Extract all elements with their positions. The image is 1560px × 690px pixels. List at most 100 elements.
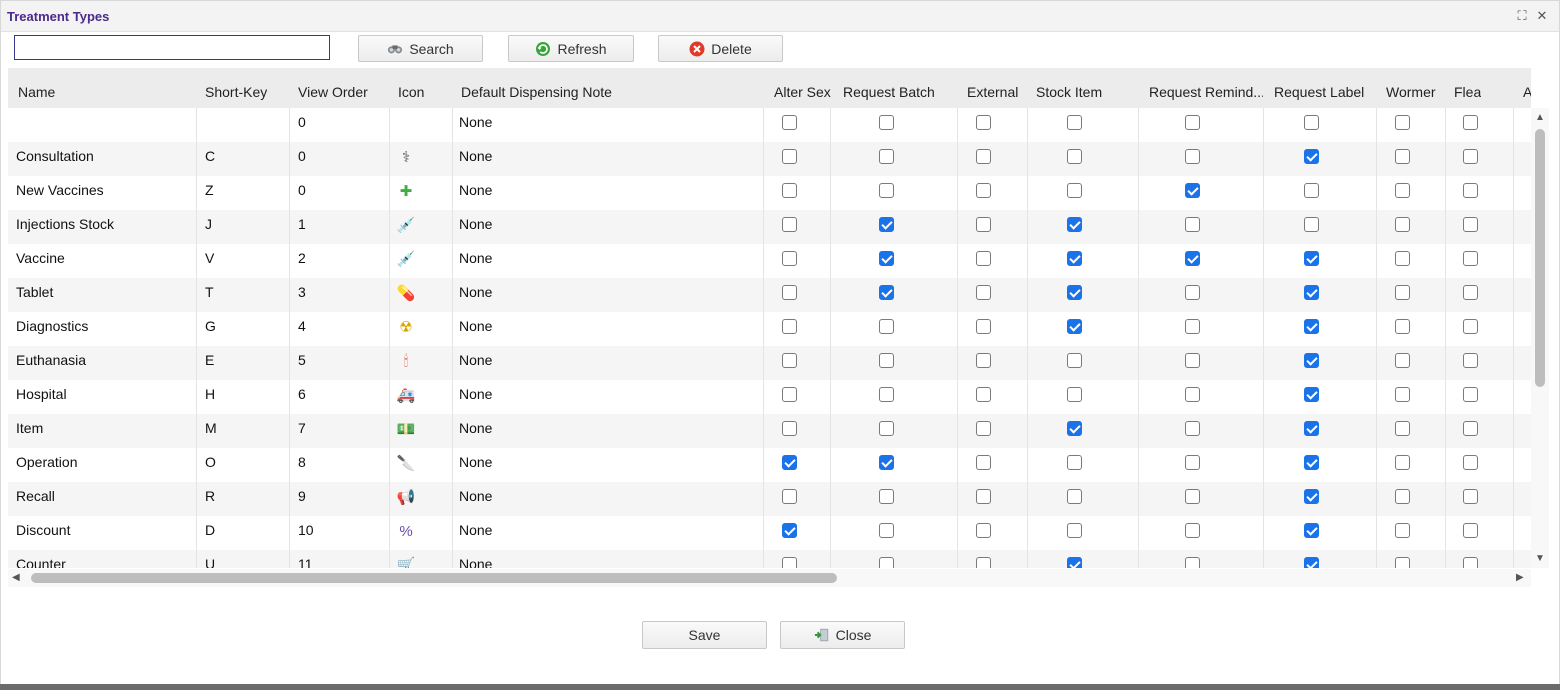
checkbox-flea[interactable] (1463, 489, 1478, 504)
checkbox-stock-item[interactable] (1067, 557, 1082, 568)
maximize-icon[interactable]: ⛶ (1515, 9, 1529, 23)
checkbox-request-reminder[interactable] (1185, 387, 1200, 402)
checkbox-request-batch[interactable] (879, 455, 894, 470)
checkbox-wormer[interactable] (1395, 149, 1410, 164)
column-header-name[interactable]: Name (18, 68, 55, 108)
checkbox-stock-item[interactable] (1067, 319, 1082, 334)
checkbox-flea[interactable] (1463, 251, 1478, 266)
table-row[interactable]: 0 None (8, 108, 1531, 142)
table-row[interactable]: Hospital H 6 🚑 None (8, 380, 1531, 414)
checkbox-wormer[interactable] (1395, 319, 1410, 334)
checkbox-wormer[interactable] (1395, 285, 1410, 300)
checkbox-flea[interactable] (1463, 387, 1478, 402)
checkbox-alter-sex[interactable] (782, 489, 797, 504)
table-row[interactable]: Vaccine V 2 💉 None (8, 244, 1531, 278)
checkbox-request-label[interactable] (1304, 557, 1319, 568)
checkbox-request-batch[interactable] (879, 149, 894, 164)
table-row[interactable]: Tablet T 3 💊 None (8, 278, 1531, 312)
checkbox-flea[interactable] (1463, 421, 1478, 436)
checkbox-wormer[interactable] (1395, 183, 1410, 198)
checkbox-request-reminder[interactable] (1185, 149, 1200, 164)
checkbox-request-batch[interactable] (879, 319, 894, 334)
checkbox-alter-sex[interactable] (782, 557, 797, 568)
checkbox-wormer[interactable] (1395, 251, 1410, 266)
column-header-request-batch[interactable]: Request Batch (843, 68, 935, 108)
checkbox-wormer[interactable] (1395, 523, 1410, 538)
checkbox-request-reminder[interactable] (1185, 217, 1200, 232)
table-row[interactable]: Diagnostics G 4 ☢ None (8, 312, 1531, 346)
close-button[interactable]: Close (780, 621, 905, 649)
checkbox-request-reminder[interactable] (1185, 251, 1200, 266)
checkbox-request-batch[interactable] (879, 421, 894, 436)
scroll-right-arrow-icon[interactable]: ▶ (1516, 572, 1524, 583)
checkbox-request-reminder[interactable] (1185, 353, 1200, 368)
checkbox-request-label[interactable] (1304, 217, 1319, 232)
checkbox-wormer[interactable] (1395, 455, 1410, 470)
checkbox-alter-sex[interactable] (782, 353, 797, 368)
checkbox-alter-sex[interactable] (782, 183, 797, 198)
column-header-short-key[interactable]: Short-Key (205, 68, 267, 108)
checkbox-alter-sex[interactable] (782, 523, 797, 538)
checkbox-request-reminder[interactable] (1185, 183, 1200, 198)
checkbox-stock-item[interactable] (1067, 183, 1082, 198)
checkbox-wormer[interactable] (1395, 217, 1410, 232)
table-row[interactable]: Recall R 9 📢 None (8, 482, 1531, 516)
checkbox-stock-item[interactable] (1067, 523, 1082, 538)
checkbox-request-label[interactable] (1304, 115, 1319, 130)
checkbox-request-batch[interactable] (879, 115, 894, 130)
checkbox-stock-item[interactable] (1067, 489, 1082, 504)
search-input[interactable] (14, 35, 330, 60)
checkbox-request-label[interactable] (1304, 285, 1319, 300)
checkbox-alter-sex[interactable] (782, 421, 797, 436)
checkbox-request-label[interactable] (1304, 149, 1319, 164)
checkbox-request-reminder[interactable] (1185, 319, 1200, 334)
checkbox-flea[interactable] (1463, 455, 1478, 470)
checkbox-request-label[interactable] (1304, 319, 1319, 334)
checkbox-stock-item[interactable] (1067, 421, 1082, 436)
horizontal-scroll-thumb[interactable] (31, 573, 837, 583)
checkbox-wormer[interactable] (1395, 557, 1410, 568)
checkbox-flea[interactable] (1463, 285, 1478, 300)
save-button[interactable]: Save (642, 621, 767, 649)
column-header-stock-item[interactable]: Stock Item (1036, 68, 1102, 108)
checkbox-request-label[interactable] (1304, 523, 1319, 538)
table-row[interactable]: Operation O 8 🔪 None (8, 448, 1531, 482)
checkbox-external[interactable] (976, 387, 991, 402)
checkbox-request-label[interactable] (1304, 489, 1319, 504)
delete-button[interactable]: Delete (658, 35, 783, 62)
checkbox-external[interactable] (976, 217, 991, 232)
checkbox-alter-sex[interactable] (782, 115, 797, 130)
checkbox-external[interactable] (976, 489, 991, 504)
checkbox-stock-item[interactable] (1067, 387, 1082, 402)
checkbox-wormer[interactable] (1395, 353, 1410, 368)
checkbox-alter-sex[interactable] (782, 319, 797, 334)
column-header-wormer[interactable]: Wormer (1386, 68, 1436, 108)
refresh-button[interactable]: Refresh (508, 35, 634, 62)
checkbox-request-batch[interactable] (879, 523, 894, 538)
checkbox-alter-sex[interactable] (782, 149, 797, 164)
column-header-default-dispensing-note[interactable]: Default Dispensing Note (461, 68, 612, 108)
table-row[interactable]: Item M 7 💵 None (8, 414, 1531, 448)
checkbox-flea[interactable] (1463, 217, 1478, 232)
checkbox-request-reminder[interactable] (1185, 421, 1200, 436)
checkbox-flea[interactable] (1463, 523, 1478, 538)
checkbox-flea[interactable] (1463, 353, 1478, 368)
column-header-flea[interactable]: Flea (1454, 68, 1481, 108)
checkbox-request-reminder[interactable] (1185, 557, 1200, 568)
checkbox-wormer[interactable] (1395, 115, 1410, 130)
checkbox-request-label[interactable] (1304, 387, 1319, 402)
checkbox-alter-sex[interactable] (782, 285, 797, 300)
column-header-request-reminder[interactable]: Request Remind... (1149, 68, 1263, 108)
table-row[interactable]: Counter U 11 🛒 None (8, 550, 1531, 568)
checkbox-request-batch[interactable] (879, 183, 894, 198)
checkbox-request-batch[interactable] (879, 387, 894, 402)
checkbox-alter-sex[interactable] (782, 387, 797, 402)
close-icon[interactable]: ✕ (1535, 9, 1549, 23)
vertical-scroll-thumb[interactable] (1535, 129, 1545, 387)
checkbox-request-batch[interactable] (879, 217, 894, 232)
checkbox-request-reminder[interactable] (1185, 455, 1200, 470)
search-button[interactable]: Search (358, 35, 483, 62)
scroll-up-arrow-icon[interactable]: ▲ (1535, 112, 1545, 123)
column-header-request-label[interactable]: Request Label (1274, 68, 1364, 108)
table-row[interactable]: Injections Stock J 1 💉 None (8, 210, 1531, 244)
